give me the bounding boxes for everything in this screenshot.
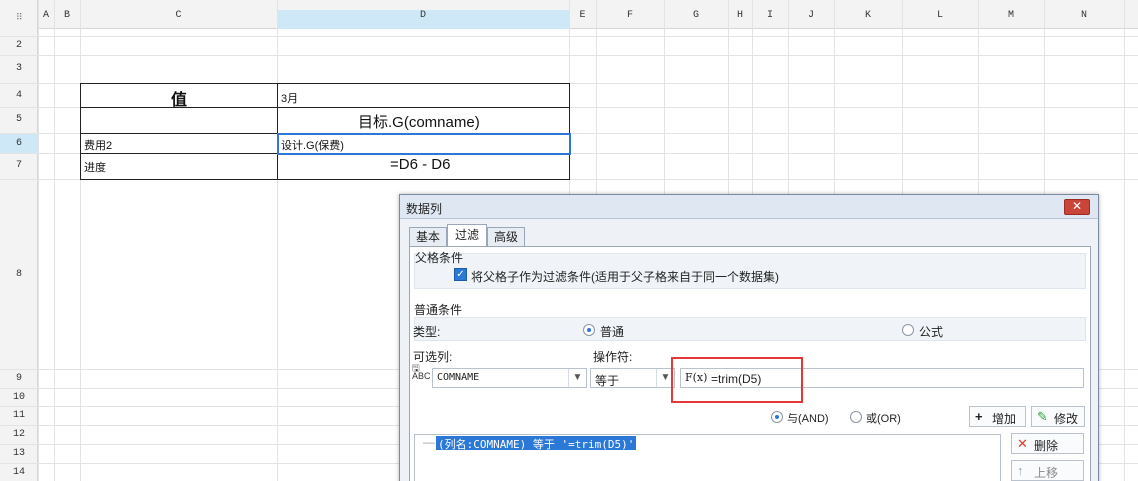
- operator-select[interactable]: 等于 ▼: [590, 368, 675, 388]
- col-header-b[interactable]: B: [54, 10, 80, 29]
- col-header-l[interactable]: L: [902, 10, 978, 29]
- cell-c5[interactable]: [80, 107, 278, 134]
- spreadsheet: ⠿ A B C D E F G H I J K L M N 2 3 4 5 6 …: [0, 0, 1138, 481]
- database-column-icon: 🖫 ABC: [412, 363, 431, 381]
- operator-label: 操作符:: [593, 350, 633, 364]
- col-header-j[interactable]: J: [788, 10, 834, 29]
- cell-selection: [277, 133, 571, 155]
- dialog-titlebar[interactable]: 数据列 ✕: [400, 195, 1098, 219]
- cell-c7[interactable]: [80, 153, 278, 180]
- condition-list-item[interactable]: (列名:COMNAME) 等于 '=trim(D5)': [436, 436, 637, 451]
- col-header-m[interactable]: M: [978, 10, 1044, 29]
- dialog-title: 数据列: [406, 202, 443, 216]
- radio-normal-label: 普通: [600, 325, 625, 339]
- col-header-i[interactable]: I: [752, 10, 788, 29]
- radio-and[interactable]: [771, 411, 783, 423]
- radio-or-label: 或(OR): [866, 413, 901, 425]
- col-header-e[interactable]: E: [569, 10, 596, 29]
- add-condition-button[interactable]: + 增加: [969, 406, 1026, 427]
- plus-icon: +: [975, 409, 983, 424]
- tab-basic[interactable]: 基本: [409, 227, 447, 247]
- cell-d4-text: 3月: [281, 93, 299, 105]
- select-all-icon[interactable]: ⠿: [16, 12, 23, 23]
- column-select-value: COMNAME: [437, 372, 480, 383]
- cell-d4[interactable]: [277, 83, 570, 108]
- row-header-5[interactable]: 5: [0, 114, 38, 125]
- row-header-10[interactable]: 10: [0, 392, 38, 403]
- close-button[interactable]: ✕: [1064, 199, 1090, 215]
- tree-line: —: [423, 435, 435, 449]
- delete-icon: ✕: [1017, 436, 1028, 451]
- cell-d7-text: =D6 - D6: [390, 156, 451, 173]
- row-header-13[interactable]: 13: [0, 448, 38, 459]
- operator-select-value: 等于: [595, 374, 620, 388]
- delete-condition-button[interactable]: ✕ 删除: [1011, 433, 1084, 454]
- tab-filter[interactable]: 过滤: [447, 224, 487, 247]
- row-header-4[interactable]: 4: [0, 90, 38, 101]
- modify-condition-button[interactable]: ✎ 修改: [1031, 406, 1085, 427]
- column-select[interactable]: COMNAME ▼: [432, 368, 587, 388]
- arrow-up-icon: ↑: [1017, 463, 1024, 478]
- radio-formula-label: 公式: [919, 325, 944, 339]
- radio-or[interactable]: [850, 411, 862, 423]
- cell-d5-text: 目标.G(comname): [358, 114, 480, 131]
- highlight-box: [671, 357, 803, 403]
- row-header-11[interactable]: 11: [0, 410, 38, 421]
- tab-advanced[interactable]: 高级: [487, 227, 525, 247]
- row-header-8[interactable]: 8: [0, 269, 38, 280]
- cell-c7-text: 进度: [84, 162, 106, 174]
- row-header-12[interactable]: 12: [0, 429, 38, 440]
- col-header-f[interactable]: F: [596, 10, 664, 29]
- parent-filter-checkbox[interactable]: ✓: [454, 268, 467, 281]
- normal-condition-group: [414, 317, 1086, 341]
- row-header-6[interactable]: 6: [0, 134, 38, 153]
- cell-c4-text: 值: [171, 92, 188, 109]
- col-header-k[interactable]: K: [834, 10, 902, 29]
- radio-formula[interactable]: [902, 324, 914, 336]
- edit-icon: ✎: [1037, 409, 1048, 424]
- chevron-down-icon[interactable]: ▼: [568, 369, 586, 387]
- row-header-3[interactable]: 3: [0, 63, 38, 74]
- normal-condition-heading: 普通条件: [414, 303, 463, 317]
- col-header-d[interactable]: D: [277, 10, 569, 29]
- parent-filter-label: 将父格子作为过滤条件(适用于父子格来自于同一个数据集): [471, 270, 779, 284]
- radio-and-label: 与(AND): [787, 413, 829, 425]
- cell-c6-text: 费用2: [84, 140, 113, 152]
- radio-normal[interactable]: [583, 324, 595, 336]
- row-header-2[interactable]: 2: [0, 40, 38, 51]
- row-header-9[interactable]: 9: [0, 373, 38, 384]
- col-header-n[interactable]: N: [1044, 10, 1124, 29]
- parent-condition-group: 父格条件 ✓ 将父格子作为过滤条件(适用于父子格来自于同一个数据集): [414, 251, 1086, 289]
- row-header-7[interactable]: 7: [0, 160, 38, 171]
- col-header-h[interactable]: H: [728, 10, 752, 29]
- row-header-14[interactable]: 14: [0, 467, 38, 478]
- type-label: 类型:: [413, 325, 441, 339]
- col-header-a[interactable]: A: [38, 10, 54, 29]
- data-column-dialog: 数据列 ✕ 基本 过滤 高级 父格条件 ✓ 将父格子作为过滤条件(适用于父子格来…: [399, 194, 1099, 481]
- parent-condition-heading: 父格条件: [415, 251, 464, 265]
- col-header-g[interactable]: G: [664, 10, 728, 29]
- move-up-button[interactable]: ↑ 上移: [1011, 460, 1084, 481]
- col-header-c[interactable]: C: [80, 10, 277, 29]
- condition-list[interactable]: — (列名:COMNAME) 等于 '=trim(D5)': [414, 434, 1001, 481]
